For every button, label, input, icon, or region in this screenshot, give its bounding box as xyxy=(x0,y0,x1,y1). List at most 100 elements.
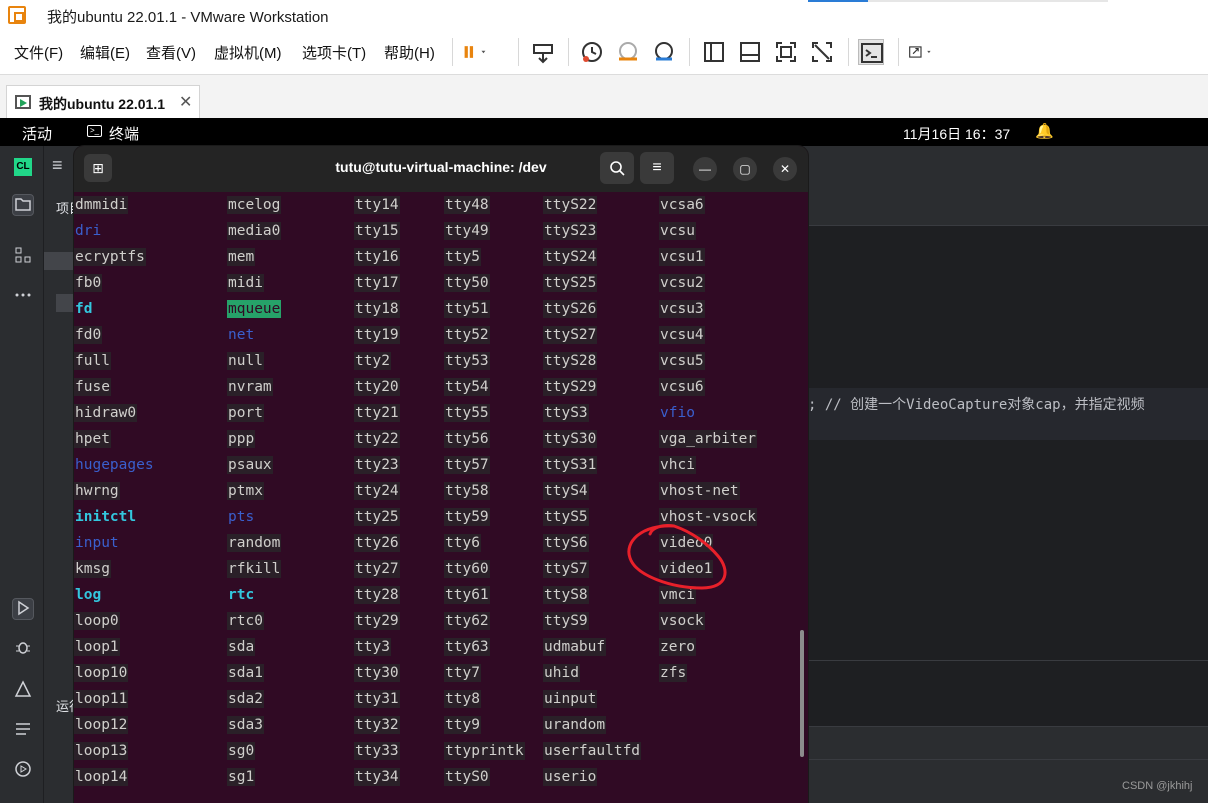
list-icon[interactable] xyxy=(12,720,34,742)
hamburger-menu-icon[interactable]: ≡ xyxy=(640,152,674,184)
debug-icon[interactable] xyxy=(12,638,34,660)
dev-entry: tty19 xyxy=(354,326,400,344)
code-editor[interactable] xyxy=(808,226,1208,746)
terminal-line: full null tty2 tty53 ttyS28 vcsu5 xyxy=(74,348,799,374)
dev-entry: log xyxy=(75,587,102,603)
minimize-icon[interactable]: — xyxy=(693,157,717,181)
dev-entry: tty8 xyxy=(444,690,481,708)
bell-icon[interactable]: 🔔 xyxy=(1035,122,1054,140)
dev-entry: ttyS0 xyxy=(444,768,490,786)
activities-button[interactable]: 活动 xyxy=(22,123,52,144)
toolbar-separator xyxy=(898,38,899,66)
dev-entry: loop14 xyxy=(74,768,129,786)
clock[interactable]: 11月16日 16：37 xyxy=(903,124,1010,144)
dev-entry: ttyS26 xyxy=(543,300,598,318)
app-menu-label[interactable]: 终端 xyxy=(109,123,139,144)
dev-entry: dri xyxy=(75,223,102,239)
dev-entry: vcsu4 xyxy=(659,326,705,344)
terminal-line: dri media0 tty15 tty49 ttyS23 vcsu xyxy=(74,218,799,244)
dev-entry: nvram xyxy=(227,378,273,396)
dev-entry: loop13 xyxy=(74,742,129,760)
dev-entry: vga_arbiter xyxy=(659,430,758,448)
vm-tab-label: 我的ubuntu 22.01.1 xyxy=(39,96,166,112)
maximize-icon[interactable]: ▢ xyxy=(733,157,757,181)
menu-view[interactable]: 查看(V) xyxy=(146,42,196,63)
dev-entry: tty2 xyxy=(354,352,391,370)
fullscreen-icon[interactable] xyxy=(773,39,799,65)
services-icon[interactable] xyxy=(12,760,34,782)
dev-entry: fd0 xyxy=(74,326,103,344)
editor-tab-bar xyxy=(808,182,1208,226)
close-icon[interactable]: ✕ xyxy=(773,157,797,181)
window-title: 我的ubuntu 22.01.1 - VMware Workstation xyxy=(47,9,329,26)
more-icon[interactable] xyxy=(12,286,34,308)
dev-entry: tty58 xyxy=(444,482,490,500)
dev-entry: hugepages xyxy=(75,457,154,473)
console-icon[interactable] xyxy=(737,39,763,65)
terminal-line: hugepages psaux tty23 tty57 ttyS31 vhci xyxy=(74,452,799,478)
toolbar-separator xyxy=(452,38,453,66)
dev-entry: fuse xyxy=(74,378,111,396)
dev-entry: uinput xyxy=(543,690,598,708)
stretch-icon[interactable] xyxy=(908,39,954,65)
dev-entry: ttyS27 xyxy=(543,326,598,344)
dev-entry: tty30 xyxy=(354,664,400,682)
terminal-output[interactable]: dmmidi mcelog tty14 tty48 ttyS22 vcsa6 dri medi… xyxy=(74,192,808,803)
dev-entry: ttyS7 xyxy=(543,560,589,578)
dev-entry: vcsu1 xyxy=(659,248,705,266)
ide-main-menu-icon[interactable]: ≡ xyxy=(52,155,63,176)
dev-entry: ptmx xyxy=(227,482,264,500)
dev-entry: mem xyxy=(227,248,256,266)
dev-entry: vhci xyxy=(659,456,696,474)
dev-entry: ttyS6 xyxy=(543,534,589,552)
toolbar-separator xyxy=(568,38,569,66)
pause-icon[interactable] xyxy=(462,39,502,65)
dev-entry: kmsg xyxy=(74,560,111,578)
dev-entry: rfkill xyxy=(227,560,282,578)
revert-snapshot-icon[interactable] xyxy=(615,39,641,65)
dev-entry: ttyS25 xyxy=(543,274,598,292)
dev-entry: random xyxy=(227,534,282,552)
menu-file[interactable]: 文件(F) xyxy=(14,42,63,63)
clion-logo-icon: CL xyxy=(14,158,32,176)
dev-entry: ttyS3 xyxy=(543,404,589,422)
dev-entry: tty9 xyxy=(444,716,481,734)
terminal-icon[interactable] xyxy=(858,39,884,65)
structure-icon[interactable] xyxy=(12,246,34,268)
dev-entry: tty5 xyxy=(444,248,481,266)
dev-entry: ttyS23 xyxy=(543,222,598,240)
dev-entry: vcsu5 xyxy=(659,352,705,370)
dev-entry: loop11 xyxy=(74,690,129,708)
code-line: ; // 创建一个VideoCapture对象cap，并指定视频 xyxy=(808,397,1145,413)
menu-vm[interactable]: 虚拟机(M) xyxy=(214,42,282,63)
terminal-line: fuse nvram tty20 tty54 ttyS29 vcsu6 xyxy=(74,374,799,400)
folder-icon[interactable] xyxy=(12,194,34,216)
watermark: CSDN @jkhihj xyxy=(1122,780,1193,792)
tab-close-icon[interactable]: ✕ xyxy=(179,92,192,112)
menu-tabs[interactable]: 选项卡(T) xyxy=(302,42,366,63)
dev-entry: hpet xyxy=(74,430,111,448)
project-tree-node[interactable] xyxy=(56,294,74,312)
snapshot-icon[interactable] xyxy=(579,39,605,65)
dev-entry: tty52 xyxy=(444,326,490,344)
terminal-scrollbar[interactable] xyxy=(800,630,804,757)
dev-entry: tty57 xyxy=(444,456,490,474)
dev-entry: dmmidi xyxy=(74,196,129,214)
menu-help[interactable]: 帮助(H) xyxy=(384,42,435,63)
snapshot-manager-icon[interactable] xyxy=(651,39,677,65)
menu-edit[interactable]: 编辑(E) xyxy=(80,42,130,63)
library-icon[interactable] xyxy=(701,39,727,65)
send-ctrl-alt-del-icon[interactable] xyxy=(530,39,556,65)
dev-entry: fd xyxy=(75,301,93,317)
dev-entry: tty21 xyxy=(354,404,400,422)
terminal-line: loop13 sg0 tty33 ttyprintk userfaultfd xyxy=(74,738,799,764)
build-icon[interactable] xyxy=(12,680,34,702)
run-icon[interactable] xyxy=(12,598,34,620)
dev-entry: uhid xyxy=(543,664,580,682)
unity-icon[interactable] xyxy=(809,39,835,65)
terminal-line: fd0 net tty19 tty52 ttyS27 vcsu4 xyxy=(74,322,799,348)
dev-entry: media0 xyxy=(227,222,282,240)
vm-tab[interactable]: 我的ubuntu 22.01.1 ✕ xyxy=(6,85,200,119)
dev-entry: ttyS5 xyxy=(543,508,589,526)
search-icon[interactable] xyxy=(600,152,634,184)
